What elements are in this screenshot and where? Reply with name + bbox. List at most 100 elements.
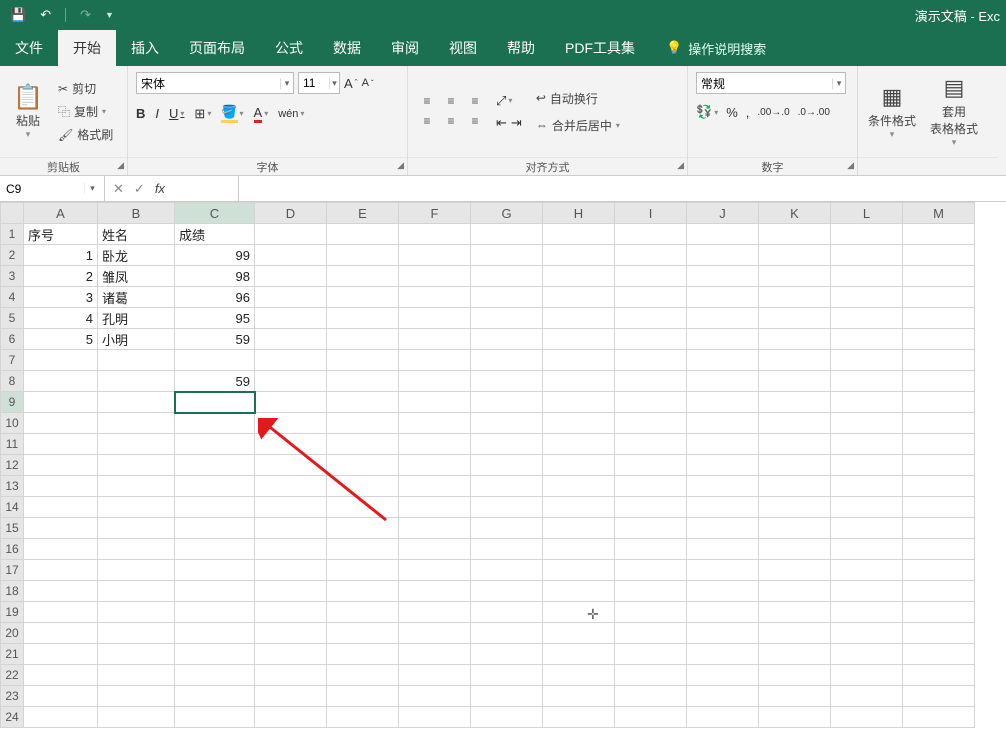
cell-L19[interactable] xyxy=(831,602,903,623)
cell-D2[interactable] xyxy=(255,245,327,266)
cell-B5[interactable]: 孔明 xyxy=(98,308,175,329)
cell-E22[interactable] xyxy=(327,665,399,686)
cell-A14[interactable] xyxy=(24,497,98,518)
cell-C6[interactable]: 59 xyxy=(175,329,255,350)
cell-F17[interactable] xyxy=(399,560,471,581)
cell-B4[interactable]: 诸葛 xyxy=(98,287,175,308)
cell-L9[interactable] xyxy=(831,392,903,413)
cell-K14[interactable] xyxy=(759,497,831,518)
tab-help[interactable]: 帮助 xyxy=(492,30,550,66)
cell-F11[interactable] xyxy=(399,434,471,455)
cell-G3[interactable] xyxy=(471,266,543,287)
cell-F6[interactable] xyxy=(399,329,471,350)
tell-me-search[interactable]: 💡 操作说明搜索 xyxy=(650,30,766,66)
cell-G4[interactable] xyxy=(471,287,543,308)
cell-K12[interactable] xyxy=(759,455,831,476)
cell-C17[interactable] xyxy=(175,560,255,581)
number-format-input[interactable] xyxy=(697,76,832,90)
cell-B15[interactable] xyxy=(98,518,175,539)
column-header-C[interactable]: C xyxy=(175,203,255,224)
cell-I8[interactable] xyxy=(615,371,687,392)
format-as-table-button[interactable]: ▤ 套用 表格格式 ▾ xyxy=(924,73,984,150)
cell-A12[interactable] xyxy=(24,455,98,476)
cell-G8[interactable] xyxy=(471,371,543,392)
cell-E11[interactable] xyxy=(327,434,399,455)
cell-B9[interactable] xyxy=(98,392,175,413)
cell-B19[interactable] xyxy=(98,602,175,623)
cell-L23[interactable] xyxy=(831,686,903,707)
align-center-button[interactable]: ≡ xyxy=(440,113,462,129)
row-header[interactable]: 10 xyxy=(1,413,24,434)
cell-I11[interactable] xyxy=(615,434,687,455)
cell-K15[interactable] xyxy=(759,518,831,539)
cell-A22[interactable] xyxy=(24,665,98,686)
cell-K13[interactable] xyxy=(759,476,831,497)
cell-J23[interactable] xyxy=(687,686,759,707)
cell-I2[interactable] xyxy=(615,245,687,266)
row-header[interactable]: 9 xyxy=(1,392,24,413)
cell-J4[interactable] xyxy=(687,287,759,308)
cell-C18[interactable] xyxy=(175,581,255,602)
cell-C15[interactable] xyxy=(175,518,255,539)
cell-A7[interactable] xyxy=(24,350,98,371)
row-header[interactable]: 3 xyxy=(1,266,24,287)
cancel-icon[interactable]: ✕ xyxy=(113,181,124,197)
row-header[interactable]: 1 xyxy=(1,224,24,245)
cell-M24[interactable] xyxy=(903,707,975,728)
copy-button[interactable]: ⿻复制▾ xyxy=(54,101,117,122)
cell-M15[interactable] xyxy=(903,518,975,539)
cell-I6[interactable] xyxy=(615,329,687,350)
cell-C1[interactable]: 成绩 xyxy=(175,224,255,245)
cell-J1[interactable] xyxy=(687,224,759,245)
cell-F24[interactable] xyxy=(399,707,471,728)
spreadsheet-grid[interactable]: ABCDEFGHIJKLM1序号姓名成绩21卧龙9932雏凤9843诸葛9654… xyxy=(0,202,975,728)
column-header-B[interactable]: B xyxy=(98,203,175,224)
phonetic-button[interactable]: wén▾ xyxy=(278,108,304,120)
accounting-format-button[interactable]: 💱▾ xyxy=(696,104,718,120)
cell-B12[interactable] xyxy=(98,455,175,476)
column-header-D[interactable]: D xyxy=(255,203,327,224)
row-header[interactable]: 18 xyxy=(1,581,24,602)
cell-H6[interactable] xyxy=(543,329,615,350)
align-top-button[interactable]: ≡ xyxy=(416,93,438,109)
tab-view[interactable]: 视图 xyxy=(434,30,492,66)
tab-data[interactable]: 数据 xyxy=(318,30,376,66)
cell-D4[interactable] xyxy=(255,287,327,308)
cell-B17[interactable] xyxy=(98,560,175,581)
cell-I19[interactable] xyxy=(615,602,687,623)
cell-H1[interactable] xyxy=(543,224,615,245)
cell-K17[interactable] xyxy=(759,560,831,581)
cell-K7[interactable] xyxy=(759,350,831,371)
cell-H16[interactable] xyxy=(543,539,615,560)
chevron-down-icon[interactable]: ▾ xyxy=(280,78,293,89)
increase-indent-button[interactable]: ⇥ xyxy=(511,115,522,131)
tab-page-layout[interactable]: 页面布局 xyxy=(174,30,260,66)
font-name-input[interactable] xyxy=(137,76,280,90)
cell-B24[interactable] xyxy=(98,707,175,728)
row-header[interactable]: 20 xyxy=(1,623,24,644)
cell-B13[interactable] xyxy=(98,476,175,497)
cell-G20[interactable] xyxy=(471,623,543,644)
cell-E15[interactable] xyxy=(327,518,399,539)
cell-I12[interactable] xyxy=(615,455,687,476)
cell-M2[interactable] xyxy=(903,245,975,266)
cell-I9[interactable] xyxy=(615,392,687,413)
column-header-L[interactable]: L xyxy=(831,203,903,224)
column-header-H[interactable]: H xyxy=(543,203,615,224)
cell-D18[interactable] xyxy=(255,581,327,602)
cell-E19[interactable] xyxy=(327,602,399,623)
cell-K5[interactable] xyxy=(759,308,831,329)
cell-J6[interactable] xyxy=(687,329,759,350)
cell-E24[interactable] xyxy=(327,707,399,728)
cell-H18[interactable] xyxy=(543,581,615,602)
cell-A21[interactable] xyxy=(24,644,98,665)
cell-A16[interactable] xyxy=(24,539,98,560)
cell-K6[interactable] xyxy=(759,329,831,350)
cell-H10[interactable] xyxy=(543,413,615,434)
cell-E23[interactable] xyxy=(327,686,399,707)
cell-B2[interactable]: 卧龙 xyxy=(98,245,175,266)
row-header[interactable]: 15 xyxy=(1,518,24,539)
row-header[interactable]: 23 xyxy=(1,686,24,707)
cell-D3[interactable] xyxy=(255,266,327,287)
align-left-button[interactable]: ≡ xyxy=(416,113,438,129)
